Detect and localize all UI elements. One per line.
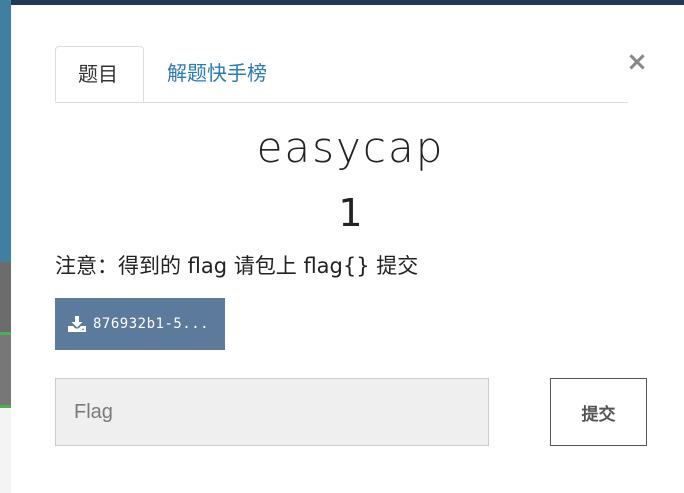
challenge-title: easycap bbox=[256, 123, 445, 172]
page: 题目 解题快手榜 × easycap 1 注意：得到的 flag 请包上 fla… bbox=[0, 0, 684, 493]
tab-challenge[interactable]: 题目 bbox=[55, 46, 144, 102]
challenge-modal: 题目 解题快手榜 × easycap 1 注意：得到的 flag 请包上 fla… bbox=[11, 5, 684, 493]
modal-tabs: 题目 解题快手榜 bbox=[55, 46, 628, 103]
tab-solves-leaderboard[interactable]: 解题快手榜 bbox=[145, 46, 289, 101]
file-name: 876932b1-5... bbox=[93, 316, 210, 332]
background-page bbox=[0, 0, 11, 493]
challenge-points: 1 bbox=[338, 191, 363, 235]
flag-input[interactable] bbox=[55, 378, 489, 446]
challenge-description: 注意：得到的 flag 请包上 flag{} 提交 bbox=[55, 254, 419, 278]
close-button[interactable]: × bbox=[624, 49, 650, 75]
download-icon bbox=[68, 316, 86, 332]
file-download-button[interactable]: 876932b1-5... bbox=[55, 298, 225, 350]
submit-button[interactable]: 提交 bbox=[550, 378, 647, 446]
